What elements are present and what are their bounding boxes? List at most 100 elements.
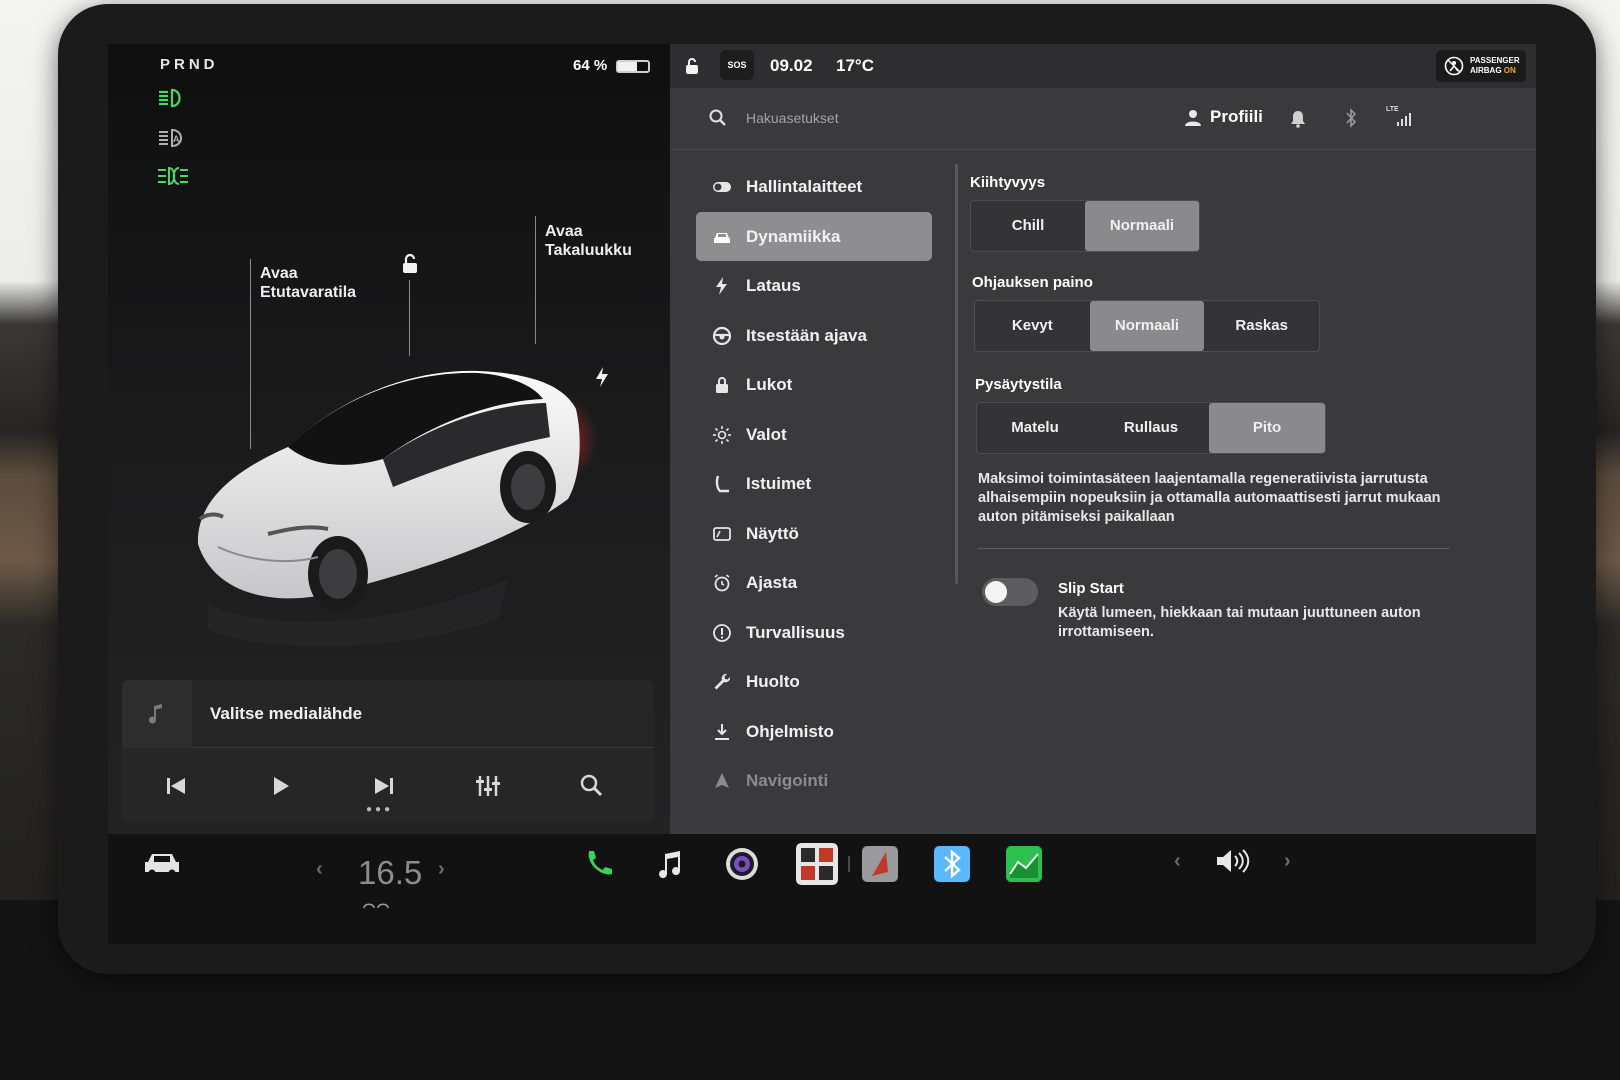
menu-item-dynamiikka[interactable]: Dynamiikka — [696, 211, 932, 261]
menu-item-navigointi[interactable]: Navigointi — [696, 756, 932, 806]
sun-icon — [713, 425, 731, 444]
car-panel: PRND A 64 % Avaa Etutavaratila Avaa Taka… — [108, 44, 670, 834]
volume-up-chevron-icon[interactable]: › — [1284, 850, 1291, 873]
steering-title: Ohjauksen paino — [972, 274, 1093, 291]
bell-icon[interactable] — [1290, 110, 1306, 128]
menu-item-label: Navigointi — [746, 771, 829, 790]
menu-item-label: Valot — [746, 424, 787, 444]
steering-option-raskas[interactable]: Raskas — [1204, 301, 1319, 351]
stopping-title: Pysäytystila — [975, 376, 1062, 393]
open-frunk-button[interactable]: Avaa Etutavaratila — [260, 264, 356, 302]
fog-lights-icon — [158, 166, 188, 186]
menu-item-label: Huolto — [746, 672, 800, 691]
search-icon[interactable] — [708, 108, 728, 128]
download-icon — [715, 723, 729, 740]
menu-item-label: Itsestään ajava — [746, 325, 867, 345]
seat-heater-icon[interactable] — [362, 900, 392, 912]
menu-item-huolto[interactable]: Huolto — [696, 657, 932, 707]
acceleration-selector: Chill Normaali — [970, 200, 1200, 252]
sos-button[interactable]: SOS — [720, 50, 754, 80]
signal-icon — [1397, 113, 1411, 126]
volume-icon[interactable] — [1214, 846, 1252, 876]
unlocked-icon[interactable] — [398, 252, 422, 276]
steering-option-kevyt[interactable]: Kevyt — [975, 301, 1090, 351]
play-icon[interactable] — [262, 768, 298, 804]
temp-down-chevron-icon[interactable]: ‹ — [316, 858, 323, 881]
airbag-line2: AIRBAG ON — [1470, 66, 1526, 76]
menu-item-ohjelmisto[interactable]: Ohjelmisto — [696, 707, 932, 757]
cabin-temperature[interactable]: 16.5 — [358, 854, 422, 892]
passenger-airbag-status: PASSENGER AIRBAG ON — [1436, 50, 1526, 82]
page-dots: ●●● — [366, 804, 394, 815]
lock-status-icon[interactable] — [682, 56, 702, 76]
slip-start-toggle[interactable] — [982, 578, 1038, 606]
menu-item-label: Istuimet — [746, 474, 812, 493]
steering-option-normaali[interactable]: Normaali — [1089, 301, 1205, 351]
temp-up-chevron-icon[interactable]: › — [438, 858, 445, 881]
acceleration-title: Kiihtyvyys — [970, 174, 1046, 191]
stopping-option-pito[interactable]: Pito — [1209, 403, 1325, 453]
bluetooth-status-icon[interactable] — [1344, 108, 1358, 128]
airbag-label: AIRBAG — [1470, 66, 1502, 75]
media-search-icon[interactable] — [574, 768, 610, 804]
phone-icon[interactable] — [580, 846, 616, 882]
menu-item-hallintalaitteet[interactable]: Hallintalaitteet — [696, 162, 932, 212]
navigation-icon — [715, 773, 729, 788]
airbag-icon — [1444, 56, 1464, 76]
bluetooth-icon[interactable] — [934, 846, 970, 882]
gear-selector[interactable]: PRND — [160, 56, 219, 73]
trunk-callout-line — [535, 216, 536, 344]
menu-item-istuimet[interactable]: Istuimet — [696, 459, 932, 509]
section-divider — [978, 548, 1450, 549]
volume-down-chevron-icon[interactable]: ‹ — [1174, 850, 1181, 873]
open-trunk-line1: Avaa — [545, 223, 583, 240]
svg-text:A: A — [173, 134, 180, 144]
menu-item-valot[interactable]: Valot — [696, 410, 932, 460]
media-source-row[interactable]: Valitse medialähde — [122, 680, 654, 748]
camera-icon[interactable] — [724, 846, 760, 882]
profile-icon — [1185, 110, 1201, 126]
open-trunk-button[interactable]: Avaa Takaluukku — [545, 222, 632, 260]
media-art-box — [122, 680, 192, 748]
display-icon — [713, 526, 731, 541]
car-icon[interactable] — [142, 848, 182, 880]
stopping-mode-selector: Matelu Rullaus Pito — [976, 402, 1326, 454]
dashcam-icon[interactable] — [862, 846, 898, 882]
music-note-icon — [149, 704, 162, 724]
menu-item-ajasta[interactable]: Ajasta — [696, 558, 932, 608]
menu-item-itsestään-ajava[interactable]: Itsestään ajava — [696, 311, 932, 361]
stopping-option-rullaus[interactable]: Rullaus — [1093, 403, 1209, 453]
battery-icon — [616, 60, 650, 73]
settings-topbar: Hakuasetukset Profiili LTE — [670, 88, 1536, 150]
battery-percent: 64 % — [573, 57, 608, 74]
steering-selector: Kevyt Normaali Raskas — [974, 300, 1320, 352]
menu-item-lukot[interactable]: Lukot — [696, 360, 932, 410]
acceleration-option-normaali[interactable]: Normaali — [1085, 201, 1199, 251]
energy-app-icon[interactable] — [1006, 846, 1042, 882]
toybox-icon[interactable] — [796, 843, 838, 885]
menu-item-näyttö[interactable]: Näyttö — [696, 509, 932, 559]
open-frunk-line1: Avaa — [260, 265, 298, 282]
outside-temperature: 17°C — [836, 56, 874, 75]
menu-scrollbar[interactable] — [955, 164, 958, 584]
airbag-line1: PASSENGER — [1470, 56, 1520, 65]
menu-item-turvallisuus[interactable]: Turvallisuus — [696, 608, 932, 658]
settings-menu: Hallintalaitteet Dynamiikka Lataus Itsestää… — [696, 162, 932, 806]
wrench-icon — [714, 673, 731, 690]
settings-search-input[interactable]: Hakuasetukset — [746, 110, 839, 126]
profile-button[interactable]: Profiili — [1210, 107, 1263, 127]
open-trunk-line2: Takaluukku — [545, 242, 632, 259]
menu-item-label: Hallintalaitteet — [746, 177, 863, 196]
car-icon — [714, 232, 730, 243]
menu-item-lataus[interactable]: Lataus — [696, 261, 932, 311]
previous-track-icon[interactable] — [158, 768, 194, 804]
next-track-icon[interactable] — [366, 768, 402, 804]
music-icon[interactable] — [652, 846, 688, 882]
acceleration-option-chill[interactable]: Chill — [971, 201, 1085, 251]
media-player: Valitse medialähde — [122, 680, 654, 822]
info-circle-icon — [713, 623, 731, 642]
stopping-option-matelu[interactable]: Matelu — [977, 403, 1093, 453]
menu-item-label: Ajasta — [746, 573, 798, 592]
equalizer-icon[interactable] — [470, 768, 506, 804]
dock-separator — [848, 856, 850, 872]
